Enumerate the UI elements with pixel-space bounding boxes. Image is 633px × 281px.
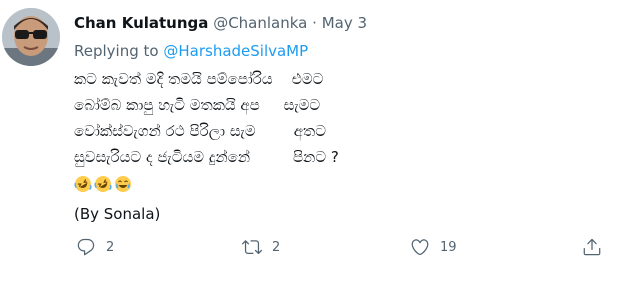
joy-icon [115, 176, 131, 192]
reply-icon [77, 238, 95, 256]
separator-dot: · [312, 14, 317, 32]
tweet-line: වෝක්ස්වැගන් රථ පිරිලා සැම අතට [74, 122, 326, 140]
replying-prefix: Replying to [74, 42, 159, 60]
tweet-actions: 2 2 19 [70, 234, 610, 260]
share-icon [583, 238, 601, 256]
reply-button[interactable]: 2 [76, 234, 114, 260]
like-count: 19 [440, 239, 457, 255]
heart-icon [411, 239, 429, 256]
retweet-button[interactable]: 2 [242, 234, 280, 260]
reply-count: 2 [106, 239, 115, 255]
tweet-line: බෝම්බ කාපු හැටි මතකයි අප සැමට [74, 96, 321, 114]
retweet-count: 2 [272, 239, 281, 255]
tweet-line: කට කැවත් මදි තමයි පම්පෝරිය එමට [74, 70, 324, 88]
avatar-image [2, 8, 60, 66]
emoji-row [74, 172, 594, 196]
retweet-icon [242, 240, 262, 255]
like-button[interactable]: 19 [410, 234, 457, 260]
rolling-on-floor-laughing-icon [74, 176, 92, 192]
replying-mention-link[interactable]: @HarshadeSilvaMP [163, 42, 308, 60]
rolling-on-floor-laughing-icon [94, 176, 112, 192]
share-button[interactable] [582, 234, 602, 260]
tweet-date[interactable]: May 3 [322, 14, 367, 32]
author-handle[interactable]: @Chanlanka [213, 14, 307, 32]
author-name[interactable]: Chan Kulatunga [74, 14, 208, 32]
tweet-text: කට කැවත් මදි තමයි පම්පෝරිය එමට බෝම්බ කාප… [74, 66, 594, 226]
avatar[interactable] [2, 8, 60, 66]
tweet-line: සුවසැරියට ද ජැටියම දුන්නේ පිනට ? [74, 148, 339, 166]
tweet-credit: (By Sonala) [74, 205, 161, 223]
tweet-header: Chan Kulatunga @Chanlanka · May 3 [74, 13, 367, 33]
replying-to: Replying to @HarshadeSilvaMP [74, 41, 308, 61]
